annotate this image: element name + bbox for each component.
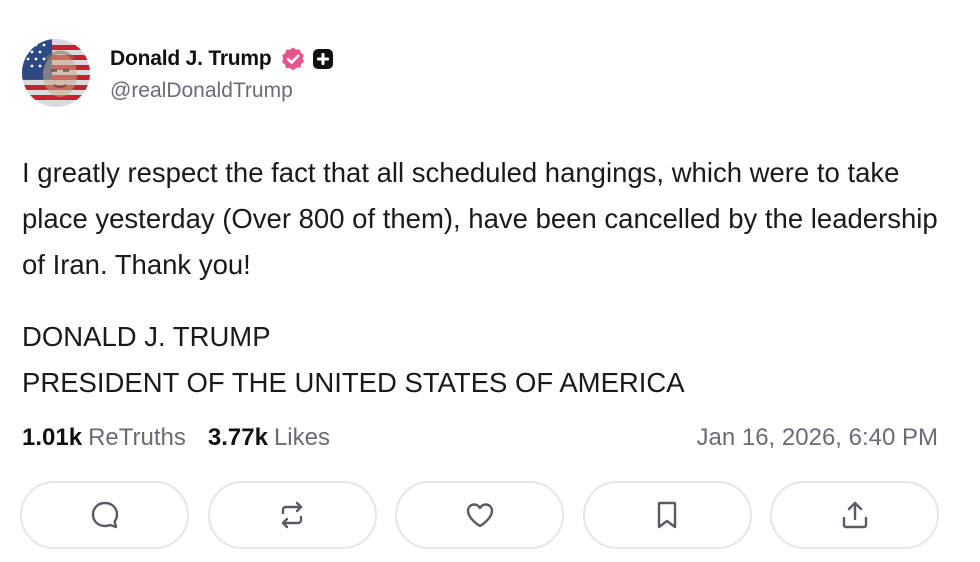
bookmark-icon — [657, 501, 677, 529]
share-upload-icon — [842, 501, 867, 529]
retruths-count[interactable]: 1.01k — [22, 424, 82, 452]
plus-badge-icon — [312, 48, 334, 70]
name-row: Donald J. Trump — [110, 43, 334, 75]
like-button[interactable] — [395, 481, 564, 549]
reply-button[interactable] — [20, 481, 189, 549]
post-timestamp[interactable]: Jan 16, 2026, 6:40 PM — [697, 420, 939, 456]
bookmark-button[interactable] — [582, 481, 752, 549]
post-card: Donald J. Trump @realDonaldTrump I great… — [0, 0, 980, 562]
verified-badge-icon — [280, 46, 306, 72]
signature-name: DONALD J. TRUMP — [22, 321, 271, 352]
post-header: Donald J. Trump @realDonaldTrump — [22, 38, 334, 108]
post-stats: 1.01k ReTruths 3.77k Likes — [22, 420, 330, 456]
likes-label[interactable]: Likes — [274, 424, 330, 452]
display-name[interactable]: Donald J. Trump — [110, 47, 272, 71]
retruth-arrows-icon — [281, 501, 303, 529]
author-names: Donald J. Trump @realDonaldTrump — [110, 43, 334, 103]
avatar[interactable] — [22, 39, 90, 107]
reply-bubble-icon — [91, 501, 118, 529]
signature-title: PRESIDENT OF THE UNITED STATES OF AMERIC… — [22, 367, 685, 398]
retruth-button[interactable] — [207, 481, 377, 549]
user-handle[interactable]: @realDonaldTrump — [110, 79, 334, 103]
heart-icon — [466, 503, 493, 528]
post-signature: DONALD J. TRUMP PRESIDENT OF THE UNITED … — [22, 314, 952, 406]
share-button[interactable] — [770, 481, 939, 549]
post-body-text: I greatly respect the fact that all sche… — [22, 157, 938, 280]
flag-portrait-avatar-icon — [22, 39, 90, 107]
action-bar — [20, 481, 939, 549]
likes-count[interactable]: 3.77k — [208, 424, 268, 452]
retruths-label[interactable]: ReTruths — [88, 424, 186, 452]
